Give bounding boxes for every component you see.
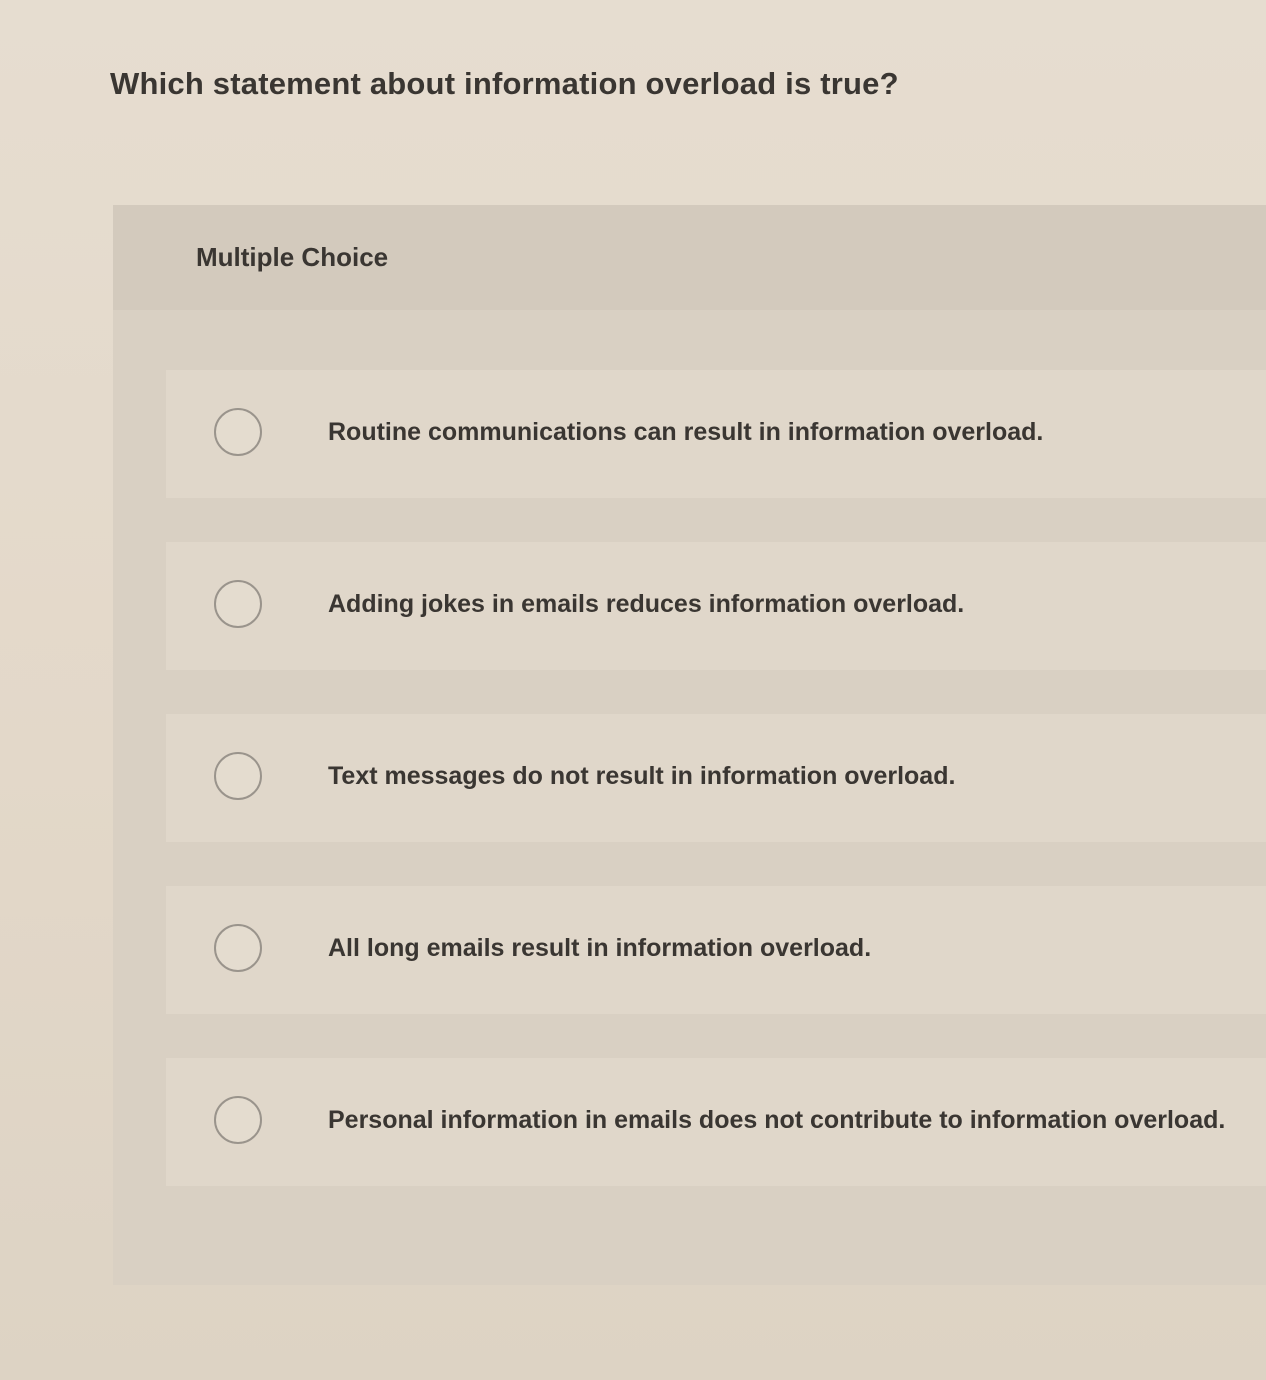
answer-option-label: Personal information in emails does not … <box>328 1106 1226 1134</box>
radio-button-icon[interactable] <box>214 752 262 800</box>
answer-option-4[interactable]: All long emails result in information ov… <box>166 886 1266 1014</box>
answer-option-label: Adding jokes in emails reduces informati… <box>328 590 965 618</box>
question-type-label: Multiple Choice <box>196 242 389 272</box>
radio-button-icon[interactable] <box>214 1096 262 1144</box>
answer-option-1[interactable]: Routine communications can result in inf… <box>166 370 1266 498</box>
radio-button-icon[interactable] <box>214 580 262 628</box>
multiple-choice-card: Multiple Choice Routine communications c… <box>113 205 1266 1285</box>
answer-option-label: Routine communications can result in inf… <box>328 418 1044 446</box>
answer-option-3[interactable]: Text messages do not result in informati… <box>166 714 1266 842</box>
question-text: Which statement about information overlo… <box>110 66 899 101</box>
answer-option-label: Text messages do not result in informati… <box>328 762 956 790</box>
radio-button-icon[interactable] <box>214 408 262 456</box>
answer-options: Routine communications can result in inf… <box>166 370 1266 1230</box>
answer-option-label: All long emails result in information ov… <box>328 934 872 962</box>
answer-option-5[interactable]: Personal information in emails does not … <box>166 1058 1266 1186</box>
answer-option-2[interactable]: Adding jokes in emails reduces informati… <box>166 542 1266 670</box>
radio-button-icon[interactable] <box>214 924 262 972</box>
card-header: Multiple Choice <box>113 205 1266 310</box>
